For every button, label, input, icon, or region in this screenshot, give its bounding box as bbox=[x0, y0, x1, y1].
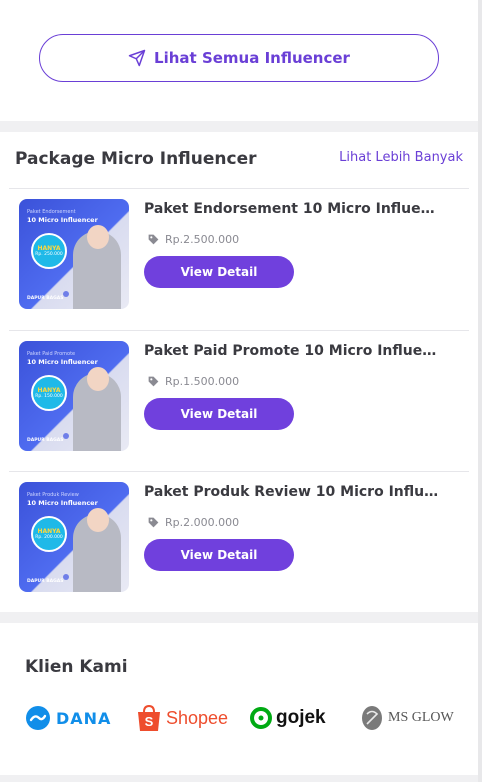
package-section: Package Micro Influencer Lihat Lebih Ban… bbox=[0, 132, 478, 612]
thumb-type: Paket Endorsement bbox=[27, 209, 76, 215]
package-name[interactable]: Paket Produk Review 10 Micro Influencer bbox=[144, 484, 444, 500]
package-price: Rp.2.500.000 bbox=[147, 233, 239, 246]
client-logo-text: gojek bbox=[276, 707, 326, 728]
package-thumbnail[interactable]: Paket Produk Review 10 Micro Influencer … bbox=[19, 482, 129, 592]
package-name[interactable]: Paket Paid Promote 10 Micro Influencer bbox=[144, 343, 444, 359]
decor-dot bbox=[63, 433, 69, 439]
thumb-logo: DAPUR BAGAS bbox=[27, 296, 64, 301]
clients-section: Klien Kami DANA S Shopee gojek MS GLOW bbox=[0, 623, 478, 775]
price-text: Rp.2.500.000 bbox=[165, 233, 240, 246]
thumb-price-badge: HANYA Rp. 150.000 bbox=[31, 375, 67, 411]
package-thumbnail[interactable]: Paket Endorsement 10 Micro Influencer HA… bbox=[19, 199, 129, 309]
package-card[interactable]: Paket Endorsement 10 Micro Influencer HA… bbox=[9, 189, 469, 330]
influencer-face bbox=[87, 367, 109, 391]
dana-icon bbox=[26, 706, 50, 730]
package-price: Rp.2.000.000 bbox=[147, 516, 239, 529]
thumb-price: Rp. 200.000 bbox=[35, 535, 63, 540]
client-logo-msglow: MS GLOW bbox=[360, 701, 454, 735]
thumb-price: Rp. 250.000 bbox=[35, 252, 63, 257]
msglow-emblem-icon bbox=[362, 706, 382, 730]
all-influencer-button[interactable]: Lihat Semua Influencer bbox=[39, 34, 439, 82]
decor-dot bbox=[63, 291, 69, 297]
thumb-type: Paket Paid Promote bbox=[27, 351, 76, 357]
client-logo-dana: DANA bbox=[26, 701, 111, 735]
page-scrollbar-rail bbox=[478, 0, 482, 782]
view-detail-button[interactable]: View Detail bbox=[144, 539, 294, 571]
section-title: Klien Kami bbox=[25, 657, 128, 677]
decor-dot bbox=[63, 574, 69, 580]
thumb-headline: 10 Micro Influencer bbox=[27, 499, 98, 507]
shopee-bag-icon: S bbox=[138, 704, 160, 731]
package-price: Rp.1.500.000 bbox=[147, 375, 239, 388]
thumb-logo: DAPUR BAGAS bbox=[27, 438, 64, 443]
svg-text:S: S bbox=[145, 714, 154, 729]
thumb-headline: 10 Micro Influencer bbox=[27, 358, 98, 366]
price-text: Rp.2.000.000 bbox=[165, 516, 240, 529]
package-card[interactable]: Paket Paid Promote 10 Micro Influencer H… bbox=[9, 331, 469, 472]
thumb-headline: 10 Micro Influencer bbox=[27, 216, 98, 224]
client-logo-text: Shopee bbox=[166, 707, 229, 728]
send-icon bbox=[128, 49, 146, 67]
tag-icon bbox=[148, 376, 159, 387]
thumb-hanya: HANYA bbox=[37, 528, 61, 535]
all-influencer-label: Lihat Semua Influencer bbox=[154, 49, 350, 67]
package-thumbnail[interactable]: Paket Paid Promote 10 Micro Influencer H… bbox=[19, 341, 129, 451]
tag-icon bbox=[148, 517, 159, 528]
thumb-price-badge: HANYA Rp. 200.000 bbox=[31, 516, 67, 552]
thumb-price: Rp. 150.000 bbox=[35, 394, 63, 399]
see-more-link[interactable]: Lihat Lebih Banyak bbox=[339, 150, 463, 165]
thumb-hanya: HANYA bbox=[37, 245, 61, 252]
client-logo-gojek: gojek bbox=[250, 701, 326, 735]
client-logo-text: MS GLOW bbox=[388, 710, 454, 725]
top-section: Lihat Semua Influencer bbox=[0, 0, 478, 121]
client-logo-shopee: S Shopee bbox=[136, 701, 228, 735]
influencer-face bbox=[87, 508, 109, 532]
gojek-icon bbox=[250, 707, 272, 729]
package-name[interactable]: Paket Endorsement 10 Micro Influencer bbox=[144, 201, 444, 217]
thumb-logo: DAPUR BAGAS bbox=[27, 579, 64, 584]
influencer-face bbox=[87, 225, 109, 249]
view-detail-button[interactable]: View Detail bbox=[144, 398, 294, 430]
thumb-price-badge: HANYA Rp. 250.000 bbox=[31, 233, 67, 269]
view-detail-button[interactable]: View Detail bbox=[144, 256, 294, 288]
price-text: Rp.1.500.000 bbox=[165, 375, 240, 388]
section-title: Package Micro Influencer bbox=[15, 149, 257, 169]
package-card[interactable]: Paket Produk Review 10 Micro Influencer … bbox=[9, 472, 469, 613]
tag-icon bbox=[148, 234, 159, 245]
client-logo-text: DANA bbox=[56, 708, 112, 728]
thumb-type: Paket Produk Review bbox=[27, 492, 79, 498]
thumb-hanya: HANYA bbox=[37, 387, 61, 394]
